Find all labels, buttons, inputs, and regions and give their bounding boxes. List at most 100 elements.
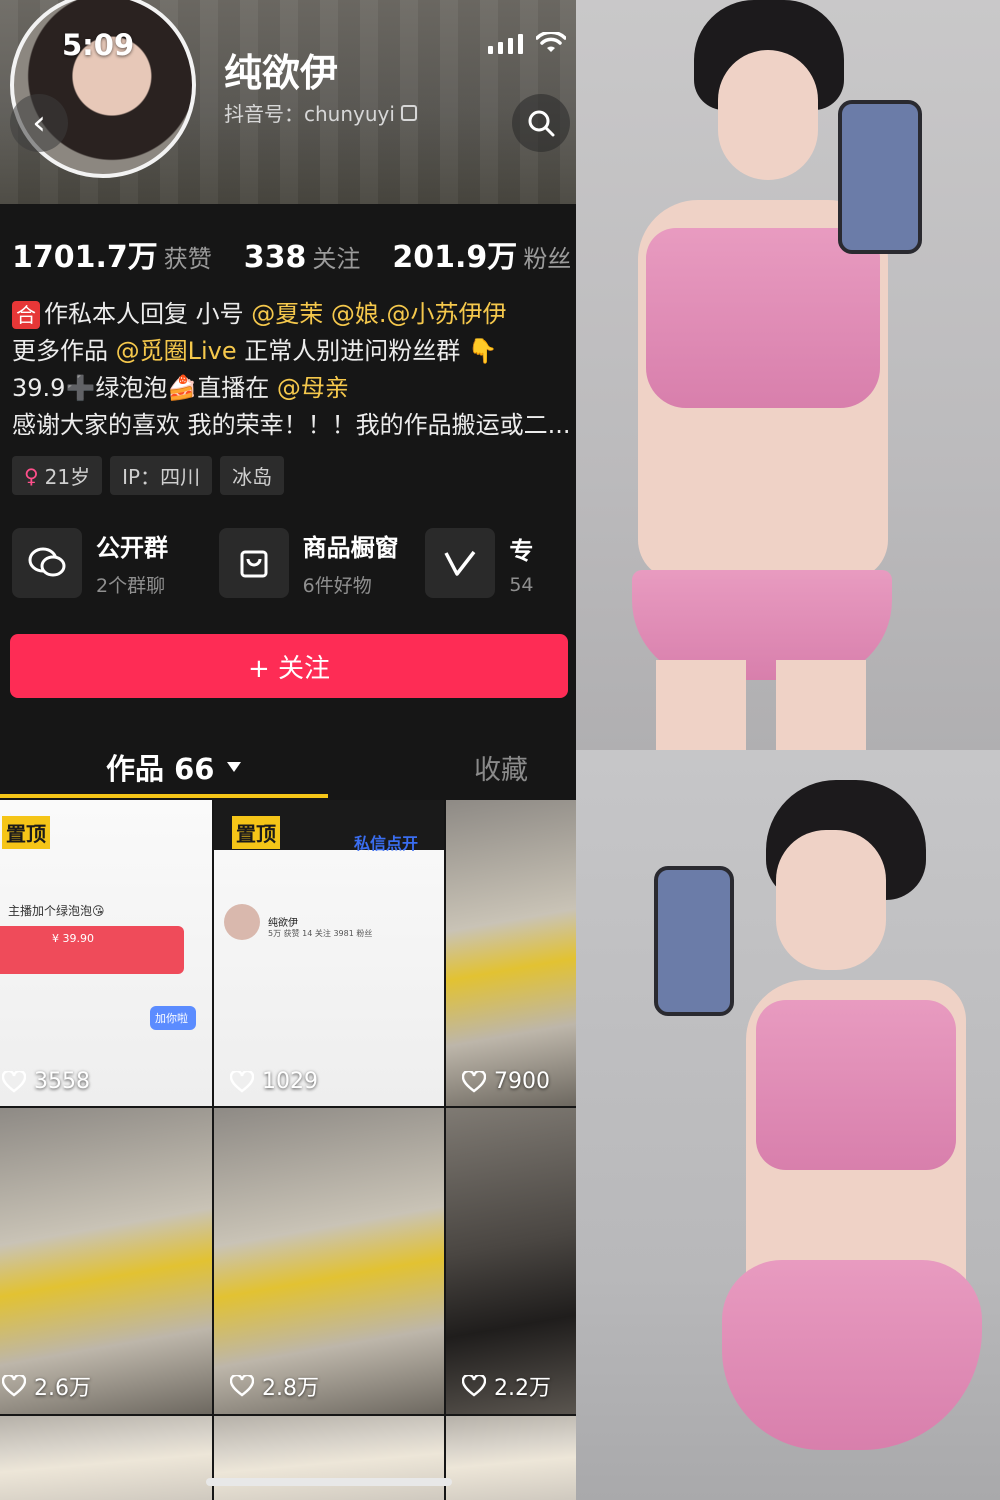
profile-stats: 1701.7万 获赞 338 关注 201.9万 粉丝 [12, 232, 571, 276]
mention-link[interactable]: @觅圈Live [116, 337, 237, 365]
copy-icon[interactable] [400, 104, 417, 121]
female-icon: ♀ [24, 463, 39, 488]
mention-link[interactable]: @小苏伊伊 [387, 300, 507, 328]
entry-subtitle: 54 [509, 573, 534, 596]
stat-label: 粉丝 [523, 245, 572, 273]
like-count-text: 7900 [494, 1069, 550, 1094]
tag-age: ♀ 21岁 [12, 456, 103, 495]
tab-favorites[interactable]: 收藏 [474, 748, 528, 787]
tag-ip: IP：四川 [110, 456, 213, 495]
video-thumbnail[interactable]: 私信点开 纯欲伊 5万 获赞 14 关注 3981 粉丝 置顶 1029 [214, 800, 444, 1106]
phone-case-shape [838, 100, 922, 254]
entry-special[interactable]: 专 54 [425, 528, 576, 598]
entry-subtitle: 6件好物 [302, 575, 372, 597]
thumb-header: 私信点开 [354, 834, 419, 853]
profile-tags: ♀ 21岁 IP：四川 冰岛 [12, 456, 285, 495]
entry-public-group[interactable]: 公开群 2个群聊 [12, 528, 199, 598]
shopping-bag-icon [218, 528, 289, 598]
thumb-avatar [224, 904, 260, 940]
mention-link[interactable]: @娘. [331, 300, 387, 328]
thumb-text: 主播加个绿泡泡😘 [8, 904, 105, 918]
thumb-button-text: 加你啦 [155, 1012, 188, 1025]
like-count-text: 2.6万 [34, 1376, 91, 1401]
mention-link[interactable]: @夏茉 [251, 300, 323, 328]
pinned-badge: 置顶 [232, 816, 280, 849]
mention-link[interactable]: @母亲 [277, 374, 349, 402]
entry-title: 专 [509, 536, 534, 565]
bio-text: 正常人别进问粉丝群 👇 [236, 337, 498, 365]
video-thumbnail[interactable]: 2.8万 [214, 1108, 444, 1414]
like-count-text: 2.2万 [494, 1376, 551, 1401]
entry-title: 公开群 [96, 534, 168, 562]
heart-icon [462, 1070, 486, 1093]
tab-works-label: 作品 66 [106, 752, 215, 786]
back-button[interactable]: ‹ [10, 94, 68, 152]
video-thumbnail[interactable] [214, 1416, 444, 1500]
follow-button[interactable]: + 关注 [10, 634, 568, 698]
like-count: 1029 [230, 1069, 318, 1094]
wifi-icon [536, 32, 566, 52]
like-count: 2.6万 [2, 1370, 91, 1402]
video-thumbnail[interactable]: 2.2万 [446, 1108, 576, 1414]
pink-bottom-shape [722, 1260, 982, 1450]
pinned-badge: 置顶 [2, 816, 50, 849]
like-count: 3558 [2, 1069, 90, 1094]
stat-value: 201.9万 [392, 240, 518, 275]
like-count-text: 2.8万 [262, 1376, 319, 1401]
heart-icon [230, 1070, 254, 1093]
thumb-stats: 5万 获赞 14 关注 3981 粉丝 [268, 929, 373, 938]
stat-value: 1701.7万 [12, 240, 158, 275]
bio-text: 更多作品 [12, 337, 116, 365]
like-count-text: 1029 [262, 1069, 318, 1094]
pink-top-shape [646, 228, 880, 408]
bio-line-truncated[interactable]: 感谢大家的喜欢 我的荣幸！！！我的作品搬运或二... [12, 407, 572, 444]
video-thumbnail[interactable] [446, 1416, 576, 1500]
caret-down-icon [227, 762, 242, 772]
profile-nickname: 纯欲伊 [224, 51, 339, 95]
like-count-text: 3558 [34, 1069, 90, 1094]
chat-bubbles-icon [12, 528, 82, 598]
like-count: 7900 [462, 1069, 550, 1094]
heart-icon [2, 1375, 26, 1397]
price-card: ¥ 39.90 [0, 926, 184, 974]
pink-top-shape [756, 1000, 956, 1170]
stat-label: 关注 [312, 245, 361, 273]
entry-product-showcase[interactable]: 商品橱窗 6件好物 [218, 528, 406, 598]
thumb-name: 纯欲伊 [268, 918, 298, 929]
douyin-profile-screen: 5:09 ‹ 纯欲伊 抖音号：chunyuyi 1701.7万 获赞 338 关注 … [0, 0, 576, 1500]
profile-entries: 公开群 2个群聊 商品橱窗 6件好物 专 54 [12, 528, 576, 598]
thumb-blue-button: 加你啦 [150, 1006, 196, 1030]
search-button[interactable] [512, 94, 570, 152]
video-thumbnail[interactable]: 7900 [446, 800, 576, 1106]
stat-following[interactable]: 338 关注 [244, 239, 361, 275]
profile-bio: 合作私本人回复 小号 @夏茉 @娘.@小苏伊伊 更多作品 @觅圈Live 正常人… [12, 296, 572, 444]
tag-text: 冰岛 [232, 465, 273, 489]
photo-top [576, 0, 1000, 750]
tab-active-indicator [0, 794, 328, 798]
douyin-id[interactable]: 抖音号：chunyuyi [224, 98, 417, 127]
video-thumbnail[interactable]: 主播加个绿泡泡😘 ¥ 39.90 加你啦 置顶 3558 [0, 800, 212, 1106]
tag-text: 21岁 [44, 465, 91, 489]
stat-likes[interactable]: 1701.7万 获赞 [12, 232, 212, 276]
face-shape [718, 50, 818, 180]
bio-line: 39.9➕绿泡泡🍰直播在 @母亲 [12, 370, 572, 407]
content-tabs: 作品 66 收藏 [0, 740, 576, 800]
bio-text: 作私本人回复 小号 [44, 300, 252, 328]
tab-works[interactable]: 作品 66 [106, 746, 242, 788]
status-time: 5:09 [62, 28, 135, 62]
home-indicator[interactable] [206, 1478, 452, 1486]
video-thumbnail[interactable]: 2.6万 [0, 1108, 212, 1414]
stat-label: 获赞 [163, 245, 212, 273]
leg-shape [776, 660, 866, 750]
heart-icon [230, 1375, 254, 1397]
photo-bottom [576, 750, 1000, 1500]
thumb-price: ¥ 39.90 [52, 932, 94, 945]
search-icon [528, 110, 555, 137]
tag-location[interactable]: 冰岛 [220, 456, 285, 495]
chevron-left-icon: ‹ [32, 103, 46, 143]
leg-shape [656, 660, 746, 750]
stat-followers[interactable]: 201.9万 粉丝 [392, 232, 571, 276]
video-thumbnail[interactable] [0, 1416, 212, 1500]
entry-subtitle: 2个群聊 [96, 575, 166, 597]
heart-icon [2, 1070, 26, 1093]
